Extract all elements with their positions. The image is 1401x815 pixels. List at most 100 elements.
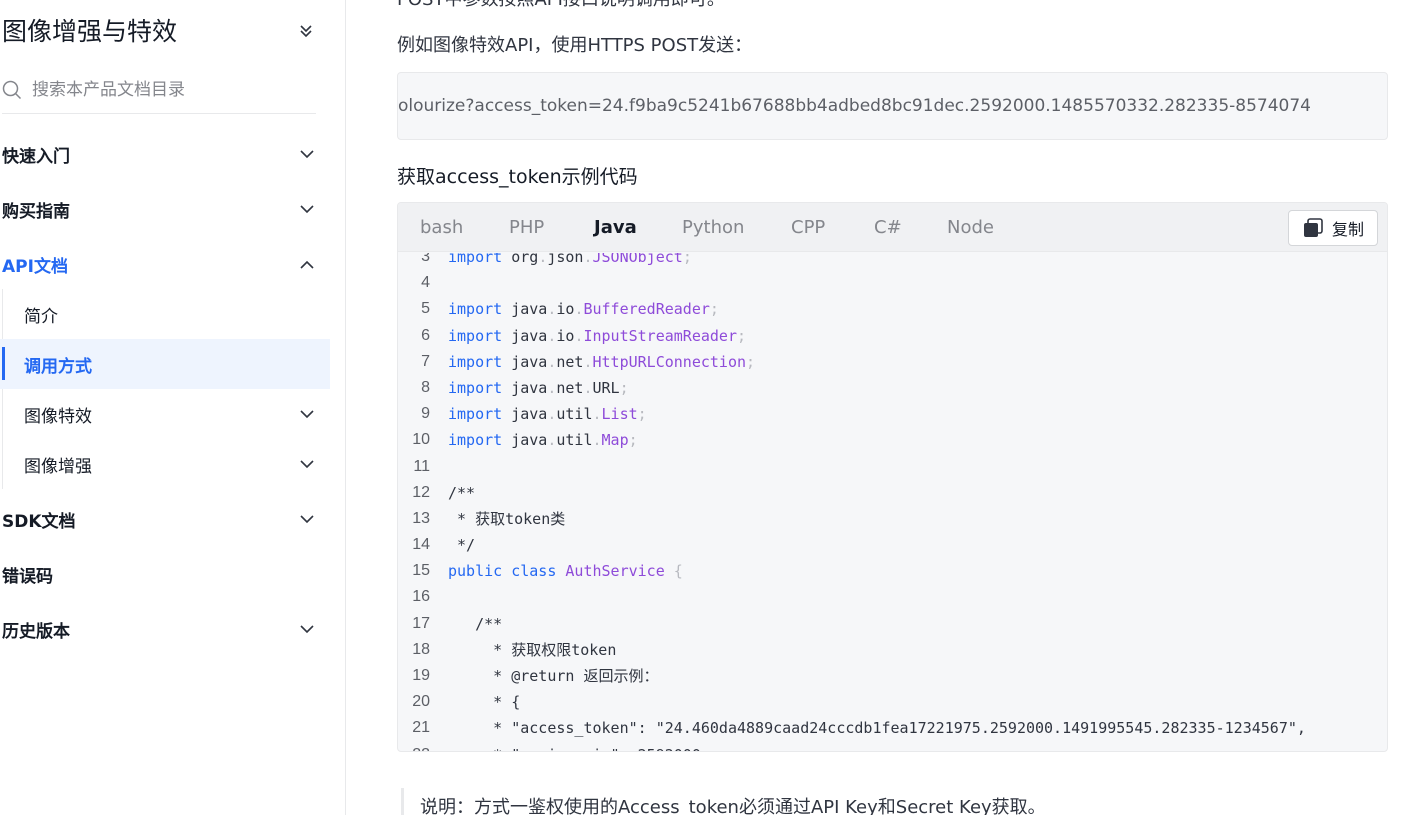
code-heading: 获取access_token示例代码 <box>397 166 638 188</box>
code-text: public class AuthService { <box>448 562 683 581</box>
line-number: 3 <box>421 253 430 265</box>
code-text: * "access_token": "24.460da4889caad24ccc… <box>448 719 1306 738</box>
nav-image-enhance[interactable]: 图像增强 <box>0 439 330 489</box>
code-text: /** <box>448 483 476 502</box>
line-number: 7 <box>421 352 430 370</box>
code-block: bash PHP Java Python CPP C# Node 复制 3 imp… <box>397 202 1388 752</box>
chevron-down-icon <box>298 511 316 527</box>
code-line: 10 import java.util.Map; <box>398 427 1387 453</box>
code-line: 13 * 获取token类 <box>398 506 1387 532</box>
line-number: 6 <box>421 326 430 344</box>
note-callout: 说明：方式一鉴权使用的Access_token必须通过API Key和Secre… <box>401 788 1388 815</box>
code-text: import java.io.InputStreamReader; <box>448 326 747 345</box>
code-line: 17 /** <box>398 611 1387 637</box>
nav-label: 错误码 <box>2 566 53 587</box>
code-line: 18 * 获取权限token <box>398 637 1387 663</box>
language-tabs: bash PHP Java Python CPP C# Node 复制 <box>398 203 1387 252</box>
nav-label: API文档 <box>2 256 68 277</box>
url-example: olourize?access_token=24.f9ba9c5241b6768… <box>398 96 1311 116</box>
line-number: 12 <box>412 483 430 501</box>
code-text: * { <box>448 693 521 712</box>
code-text: * 获取token类 <box>448 509 566 528</box>
tab-node[interactable]: Node <box>947 215 994 241</box>
copy-icon <box>1302 218 1324 238</box>
code-line: 3 import org.json.JSONObject; <box>398 253 1387 270</box>
code-text: * "expires_in": 2592000 <box>448 742 701 751</box>
tab-cpp[interactable]: CPP <box>791 215 825 241</box>
code-line: 19 * @return 返回示例： <box>398 663 1387 689</box>
sidebar: 图像增强与特效 快速入门 购买指南 API文档 简介 调用方式 图像特效 <box>0 0 346 815</box>
intro-text: 例如图像特效API，使用HTTPS POST发送： <box>397 35 753 56</box>
code-line: 21 * "access_token": "24.460da4889caad24… <box>398 715 1387 741</box>
tab-bash[interactable]: bash <box>420 215 463 241</box>
nav-history[interactable]: 历史版本 <box>0 604 330 654</box>
active-indicator <box>2 347 5 380</box>
nav-error-codes[interactable]: 错误码 <box>0 549 330 599</box>
nav-api-docs[interactable]: API文档 <box>0 239 330 289</box>
copy-button[interactable]: 复制 <box>1288 210 1378 246</box>
line-number: 13 <box>412 509 430 527</box>
line-number: 10 <box>412 431 430 449</box>
line-number: 11 <box>413 457 430 475</box>
code-text: import java.net.URL; <box>448 378 629 397</box>
line-number: 17 <box>412 614 430 632</box>
code-text: */ <box>448 536 476 555</box>
double-chevron-down-icon <box>300 25 312 38</box>
line-number: 16 <box>412 588 430 606</box>
code-text: import java.net.HttpURLConnection; <box>448 352 756 371</box>
code-line: 14 */ <box>398 532 1387 558</box>
tab-python[interactable]: Python <box>682 215 744 241</box>
code-line: 12 /** <box>398 480 1387 506</box>
nav-label: 简介 <box>24 306 58 327</box>
nav-label: 快速入门 <box>2 146 70 167</box>
product-title: 图像增强与特效 <box>2 17 178 46</box>
tab-java[interactable]: Java <box>594 215 637 241</box>
paragraph-text: POST中参数按照API接口说明调用即可。 <box>397 0 725 14</box>
code-line: 7 import java.net.HttpURLConnection; <box>398 349 1387 375</box>
code-area[interactable]: 3 import org.json.JSONObject; 4 5 import jav… <box>398 253 1387 751</box>
code-text: * 获取权限token <box>448 640 617 659</box>
code-line: 9 import java.util.List; <box>398 401 1387 427</box>
nav-intro[interactable]: 简介 <box>0 289 330 339</box>
nav-label: 历史版本 <box>2 621 70 642</box>
nav-quick-start[interactable]: 快速入门 <box>0 129 330 179</box>
nav-label: 图像增强 <box>24 456 92 477</box>
nav-sdk-docs[interactable]: SDK文档 <box>0 494 330 544</box>
code-text: import java.util.List; <box>448 405 647 424</box>
nav-purchase-guide[interactable]: 购买指南 <box>0 184 330 234</box>
code-text: * @return 返回示例： <box>448 667 659 685</box>
code-text: import java.io.BufferedReader; <box>448 300 719 319</box>
chevron-down-icon <box>298 621 316 637</box>
nav-image-effects[interactable]: 图像特效 <box>0 389 330 439</box>
code-line: 6 import java.io.InputStreamReader; <box>398 323 1387 349</box>
nav-label: 图像特效 <box>24 406 92 427</box>
line-number: 9 <box>421 405 430 423</box>
tab-csharp[interactable]: C# <box>874 215 902 241</box>
collapse-toggle[interactable] <box>296 18 316 44</box>
line-number: 8 <box>421 378 430 396</box>
line-number: 22 <box>398 742 430 751</box>
nav-label: SDK文档 <box>2 511 76 532</box>
line-number: 4 <box>421 274 430 292</box>
chevron-down-icon <box>298 201 316 217</box>
code-line: 4 <box>398 270 1387 296</box>
code-line: 16 <box>398 584 1387 610</box>
code-line: 20 * { <box>398 689 1387 715</box>
code-line: 22 * "expires_in": 2592000 <box>398 742 1387 751</box>
code-text: import org.json.JSONObject; <box>448 253 692 266</box>
tab-php[interactable]: PHP <box>509 215 544 241</box>
line-number: 15 <box>412 562 430 580</box>
code-lines: 3 import org.json.JSONObject; 4 5 import jav… <box>398 253 1387 751</box>
search-input[interactable] <box>32 79 302 100</box>
code-line: 15 public class AuthService { <box>398 558 1387 584</box>
copy-label: 复制 <box>1331 220 1364 239</box>
url-example-box: olourize?access_token=24.f9ba9c5241b6768… <box>397 72 1388 140</box>
chevron-down-icon <box>298 456 316 472</box>
chevron-up-icon <box>298 256 316 272</box>
line-number: 20 <box>412 693 430 711</box>
code-line: 8 import java.net.URL; <box>398 375 1387 401</box>
doc-content: POST中参数按照API接口说明调用即可。 例如图像特效API，使用HTTPS … <box>347 0 1401 815</box>
nav-label: 购买指南 <box>2 201 70 222</box>
nav-invocation[interactable]: 调用方式 <box>0 339 330 389</box>
line-number: 21 <box>412 719 430 737</box>
